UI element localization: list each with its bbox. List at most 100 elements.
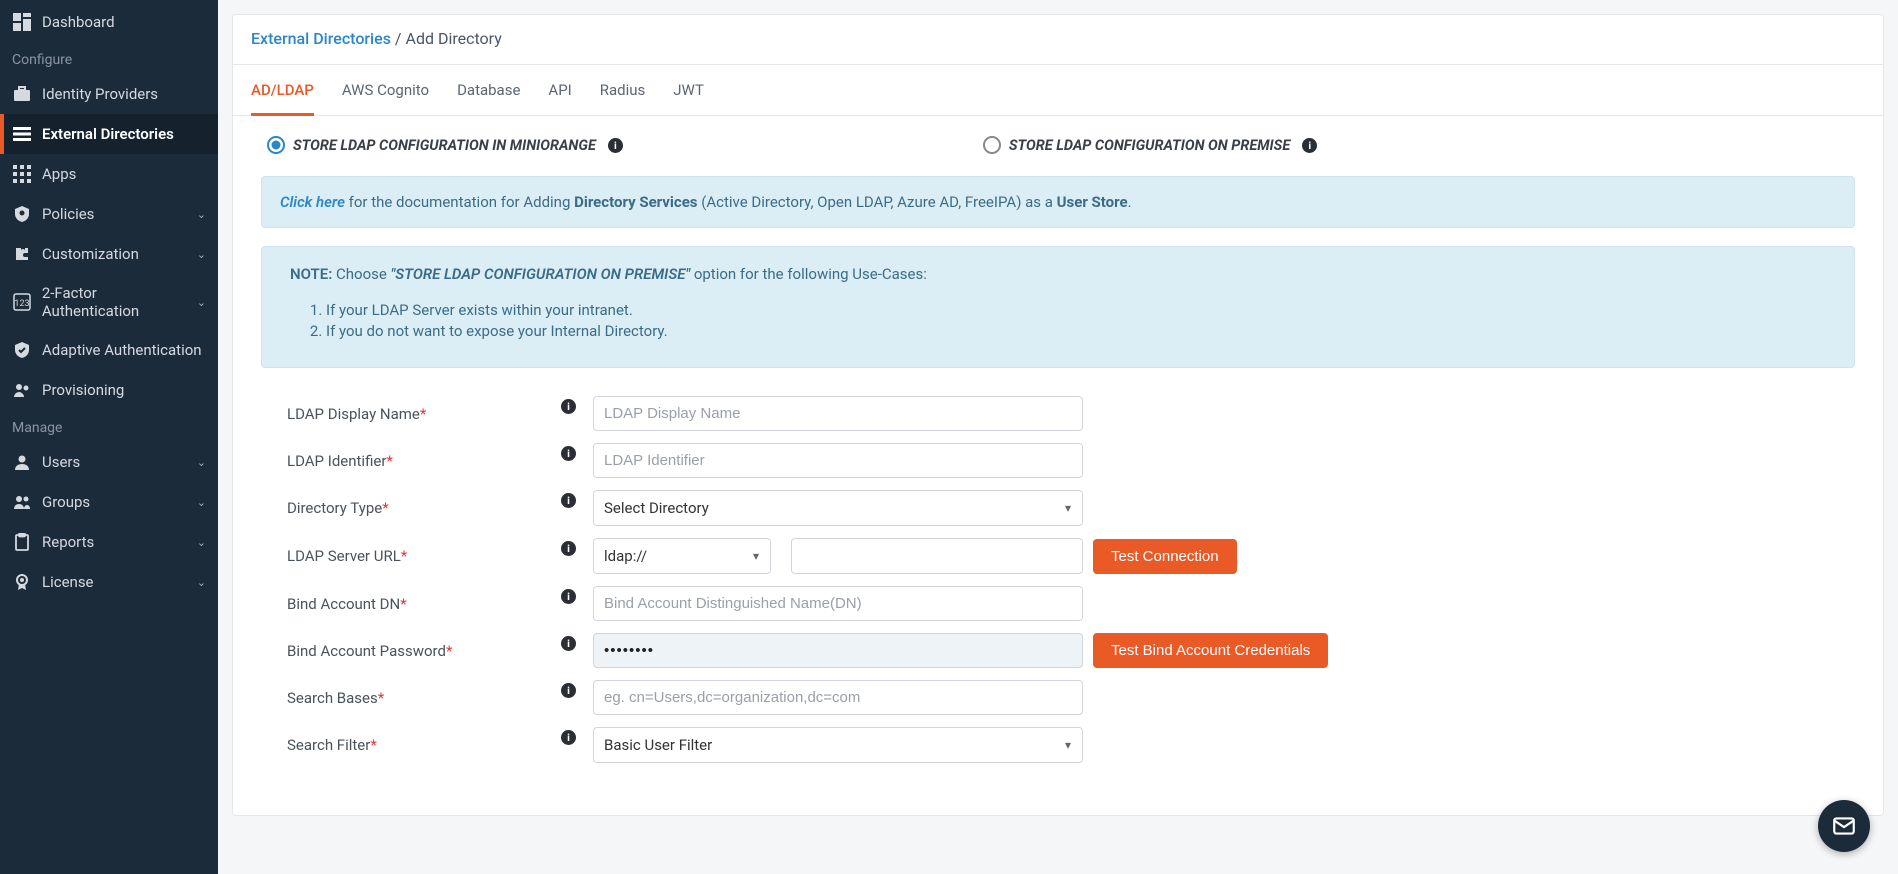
alert-strong: User Store	[1057, 193, 1128, 211]
select-protocol[interactable]: ldap://	[593, 538, 771, 574]
input-identifier[interactable]	[593, 443, 1083, 478]
info-icon[interactable]: i	[561, 683, 576, 698]
tab-aws-cognito[interactable]: AWS Cognito	[342, 65, 429, 115]
sidebar-item-dashboard[interactable]: Dashboard	[0, 2, 218, 42]
note-item: If you do not want to expose your Intern…	[326, 322, 1826, 340]
sidebar-item-label: Provisioning	[42, 381, 124, 399]
input-bind-dn[interactable]	[593, 586, 1083, 621]
main-content: External Directories / Add Directory AD/…	[218, 0, 1898, 874]
sidebar-item-label: Policies	[42, 205, 94, 223]
sidebar-item-policies[interactable]: Policies ⌄	[0, 194, 218, 234]
info-icon[interactable]: i	[561, 636, 576, 651]
note-box: NOTE: Choose "STORE LDAP CONFIGURATION O…	[261, 246, 1855, 368]
test-bind-button[interactable]: Test Bind Account Credentials	[1093, 633, 1328, 668]
label-display-name: LDAP Display Name*	[287, 405, 547, 423]
input-display-name[interactable]	[593, 396, 1083, 431]
sidebar-item-apps[interactable]: Apps	[0, 154, 218, 194]
sidebar-item-license[interactable]: License ⌄	[0, 562, 218, 602]
tab-radius[interactable]: Radius	[600, 65, 646, 115]
alert-text: .	[1128, 193, 1132, 211]
info-icon[interactable]: i	[561, 399, 576, 414]
select-directory-type[interactable]: Select Directory	[593, 490, 1083, 526]
tab-database[interactable]: Database	[457, 65, 520, 115]
note-emphasis: "STORE LDAP CONFIGURATION ON PREMISE"	[391, 265, 691, 283]
list-icon	[12, 124, 32, 144]
chevron-down-icon: ⌄	[197, 296, 206, 309]
tab-ad-ldap[interactable]: AD/LDAP	[251, 65, 314, 116]
label-identifier: LDAP Identifier*	[287, 452, 547, 470]
tabs: AD/LDAP AWS Cognito Database API Radius …	[233, 65, 1883, 116]
radio-unchecked-icon	[983, 136, 1001, 154]
shield-gear-icon	[12, 204, 32, 224]
sidebar-item-label: External Directories	[42, 125, 174, 143]
radio-miniorange[interactable]: STORE LDAP CONFIGURATION IN MINIORANGE i	[267, 136, 623, 154]
row-bind-password: Bind Account Password* i Test Bind Accou…	[261, 633, 1855, 668]
sidebar-item-identity-providers[interactable]: Identity Providers	[0, 74, 218, 114]
sidebar-item-label: Users	[42, 453, 80, 471]
row-bind-dn: Bind Account DN* i	[261, 586, 1855, 621]
input-search-bases[interactable]	[593, 680, 1083, 715]
sidebar-item-2fa[interactable]: 123 2-Factor Authentication ⌄	[0, 274, 218, 330]
sidebar-item-reports[interactable]: Reports ⌄	[0, 522, 218, 562]
breadcrumb-sep: /	[391, 29, 406, 48]
note-item: If your LDAP Server exists within your i…	[326, 301, 1826, 319]
sidebar-item-external-directories[interactable]: External Directories	[0, 114, 218, 154]
info-icon[interactable]: i	[608, 138, 623, 153]
dashboard-icon	[12, 12, 32, 32]
sidebar-item-provisioning[interactable]: Provisioning	[0, 370, 218, 410]
sidebar-item-users[interactable]: Users ⌄	[0, 442, 218, 482]
documentation-alert: Click here for the documentation for Add…	[261, 176, 1855, 228]
info-icon[interactable]: i	[561, 493, 576, 508]
grid-icon	[12, 164, 32, 184]
sidebar-item-groups[interactable]: Groups ⌄	[0, 482, 218, 522]
info-icon[interactable]: i	[561, 541, 576, 556]
radio-checked-icon	[267, 136, 285, 154]
note-text: Choose	[332, 265, 390, 283]
chevron-down-icon: ⌄	[197, 576, 206, 589]
chevron-down-icon: ⌄	[197, 496, 206, 509]
sidebar-item-adaptive-auth[interactable]: Adaptive Authentication	[0, 330, 218, 370]
sidebar-item-label: Groups	[42, 493, 90, 511]
info-icon[interactable]: i	[561, 730, 576, 745]
sidebar-item-label: License	[42, 573, 94, 591]
info-icon[interactable]: i	[561, 589, 576, 604]
tab-jwt[interactable]: JWT	[673, 65, 704, 115]
radio-label: STORE LDAP CONFIGURATION IN MINIORANGE	[293, 137, 596, 154]
label-search-bases: Search Bases*	[287, 689, 547, 707]
label-search-filter: Search Filter*	[287, 736, 547, 754]
radio-on-premise[interactable]: STORE LDAP CONFIGURATION ON PREMISE i	[983, 136, 1317, 154]
tab-api[interactable]: API	[548, 65, 571, 115]
info-icon[interactable]: i	[561, 446, 576, 461]
chevron-down-icon: ⌄	[197, 536, 206, 549]
sidebar-item-label: Customization	[42, 245, 139, 263]
briefcase-icon	[12, 84, 32, 104]
chat-fab-button[interactable]	[1818, 800, 1870, 852]
select-search-filter[interactable]: Basic User Filter	[593, 727, 1083, 763]
sidebar-section-manage: Manage	[0, 410, 218, 442]
test-connection-button[interactable]: Test Connection	[1093, 539, 1237, 574]
clipboard-icon	[12, 532, 32, 552]
breadcrumb-link[interactable]: External Directories	[251, 29, 391, 48]
users-gear-icon	[12, 380, 32, 400]
input-server-url[interactable]	[791, 538, 1083, 574]
sidebar-item-customization[interactable]: Customization ⌄	[0, 234, 218, 274]
chevron-down-icon: ⌄	[197, 456, 206, 469]
people-icon	[12, 492, 32, 512]
person-icon	[12, 452, 32, 472]
breadcrumb-current: Add Directory	[406, 29, 502, 48]
info-icon[interactable]: i	[1302, 138, 1317, 153]
sidebar-item-label: Dashboard	[42, 13, 115, 31]
breadcrumb: External Directories / Add Directory	[233, 15, 1883, 65]
radio-label: STORE LDAP CONFIGURATION ON PREMISE	[1009, 137, 1290, 154]
chevron-down-icon: ⌄	[197, 208, 206, 221]
click-here-link[interactable]: Click here	[280, 193, 345, 211]
alert-text: (Active Directory, Open LDAP, Azure AD, …	[698, 193, 1057, 211]
shield-check-icon	[12, 340, 32, 360]
input-bind-password[interactable]	[593, 633, 1083, 668]
puzzle-icon	[12, 244, 32, 264]
row-server-url: LDAP Server URL* i ldap:// Test Connecti…	[261, 538, 1855, 574]
chat-icon	[1831, 813, 1857, 839]
sidebar-item-label: Adaptive Authentication	[42, 341, 202, 359]
badge-icon	[12, 572, 32, 592]
note-list: If your LDAP Server exists within your i…	[290, 301, 1826, 340]
